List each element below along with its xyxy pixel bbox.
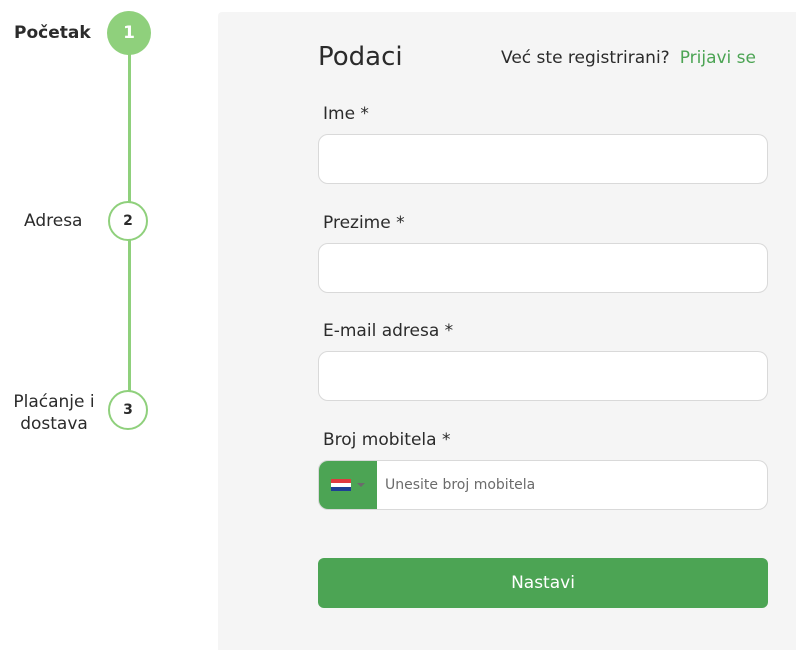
step-1-circle[interactable]: 1 bbox=[107, 11, 151, 55]
first-name-label: Ime * bbox=[323, 104, 369, 124]
form-title: Podaci bbox=[318, 42, 403, 72]
step-1-label: Početak bbox=[14, 23, 91, 43]
phone-label: Broj mobitela * bbox=[323, 430, 451, 450]
phone-input[interactable] bbox=[377, 461, 767, 509]
step-2-circle[interactable]: 2 bbox=[108, 201, 148, 241]
phone-input-wrapper bbox=[318, 460, 768, 510]
step-3-label: Plaćanje i dostava bbox=[13, 392, 95, 434]
checkout-stepper: Početak 1 Adresa 2 Plaćanje i dostava 3 bbox=[0, 0, 200, 650]
chevron-down-icon bbox=[357, 483, 365, 487]
login-prompt: Već ste registrirani? Prijavi se bbox=[501, 48, 756, 68]
step-2-label: Adresa bbox=[24, 211, 83, 231]
last-name-input[interactable] bbox=[318, 243, 768, 293]
form-panel: Podaci Već ste registrirani? Prijavi se I… bbox=[218, 12, 796, 650]
email-label: E-mail adresa * bbox=[323, 321, 454, 341]
croatia-flag-icon bbox=[331, 478, 351, 492]
step-3-circle[interactable]: 3 bbox=[108, 390, 148, 430]
country-code-select[interactable] bbox=[319, 461, 377, 509]
first-name-input[interactable] bbox=[318, 134, 768, 184]
checkout-page: Početak 1 Adresa 2 Plaćanje i dostava 3 … bbox=[0, 0, 796, 650]
continue-button[interactable]: Nastavi bbox=[318, 558, 768, 608]
form-header: Podaci Već ste registrirani? Prijavi se bbox=[318, 42, 768, 82]
personal-data-form: Podaci Već ste registrirani? Prijavi se I… bbox=[318, 42, 768, 608]
login-prompt-text: Već ste registrirani? bbox=[501, 48, 670, 68]
login-link[interactable]: Prijavi se bbox=[680, 48, 756, 68]
email-input[interactable] bbox=[318, 351, 768, 401]
last-name-label: Prezime * bbox=[323, 213, 405, 233]
